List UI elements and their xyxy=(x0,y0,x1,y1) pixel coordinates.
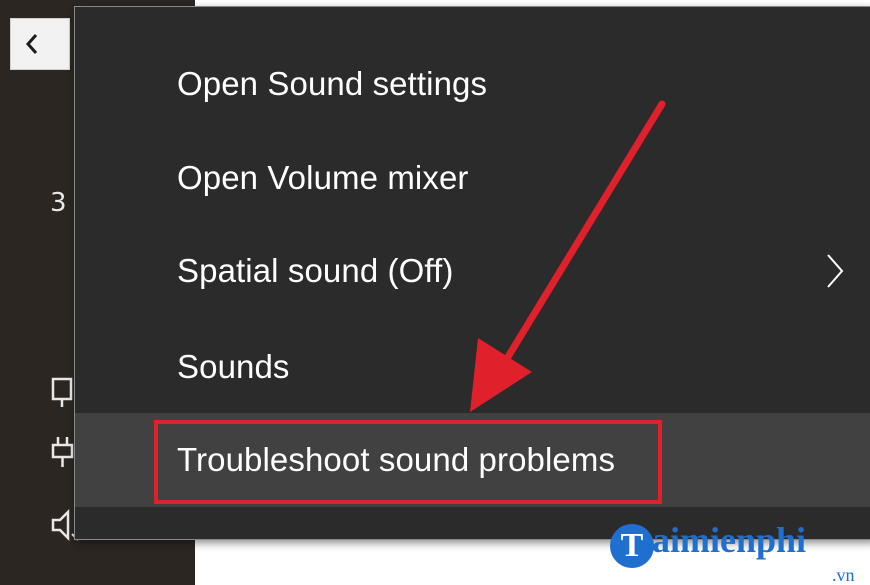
menu-item-label: Open Volume mixer xyxy=(177,159,469,196)
chevron-right-icon xyxy=(827,254,844,288)
screenshot-root: 3 Open Sound settings Open Volume mixer … xyxy=(0,0,870,585)
menu-item-label: Troubleshoot sound problems xyxy=(177,441,616,478)
menu-item-label: Sounds xyxy=(177,348,290,385)
chevron-left-icon xyxy=(25,34,38,54)
menu-item-troubleshoot-sound-problems[interactable]: Troubleshoot sound problems xyxy=(75,413,870,507)
menu-item-sounds[interactable]: Sounds xyxy=(75,320,870,414)
menu-item-open-sound-settings[interactable]: Open Sound settings xyxy=(75,37,870,131)
network-icon[interactable] xyxy=(50,375,74,414)
menu-item-label: Spatial sound (Off) xyxy=(177,252,454,289)
sound-context-menu: Open Sound settings Open Volume mixer Sp… xyxy=(74,6,870,540)
menu-item-open-volume-mixer[interactable]: Open Volume mixer xyxy=(75,131,870,225)
power-plug-icon[interactable] xyxy=(50,435,76,474)
clock-digit-text: 3 xyxy=(50,188,67,218)
back-button[interactable] xyxy=(10,18,70,70)
menu-item-spatial-sound[interactable]: Spatial sound (Off) xyxy=(75,224,870,318)
watermark-suffix: .vn xyxy=(832,565,855,585)
menu-item-label: Open Sound settings xyxy=(177,65,488,102)
